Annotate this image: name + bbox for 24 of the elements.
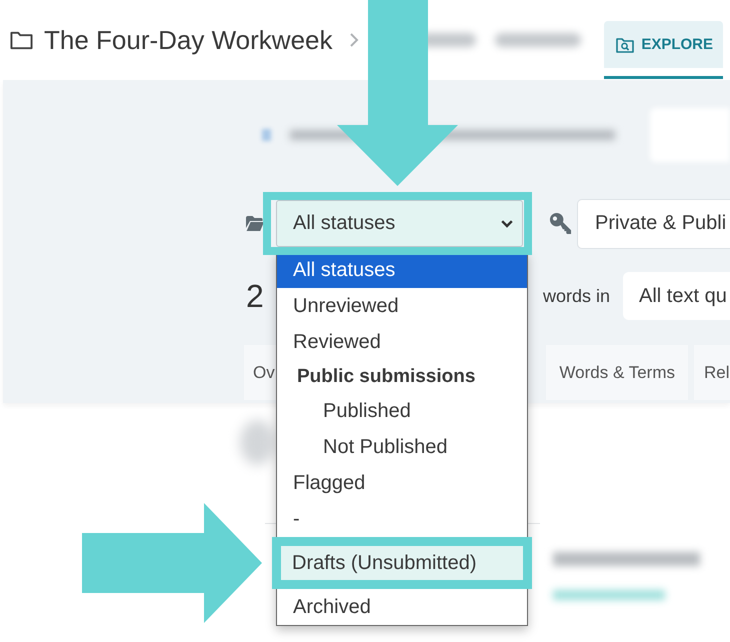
folder-search-icon [616, 36, 634, 52]
dropdown-option[interactable]: Unreviewed [277, 288, 527, 324]
breadcrumb-title[interactable]: The Four-Day Workweek [44, 24, 332, 56]
dropdown-option[interactable]: Flagged [277, 465, 527, 501]
view-tab[interactable]: Words & Terms [546, 345, 688, 400]
explore-tab[interactable]: EXPLORE [604, 21, 723, 79]
folder-open-icon [246, 216, 264, 231]
folder-icon [10, 30, 33, 50]
view-tab[interactable]: Rel [694, 345, 730, 400]
scope-field[interactable]: All text qu [623, 272, 730, 320]
dropdown-option[interactable]: Drafts (Unsubmitted) [281, 546, 523, 580]
word-count: 2 [246, 278, 264, 314]
status-select[interactable]: All statuses [276, 200, 523, 247]
blurred-icon [262, 129, 271, 141]
caret-icon [501, 220, 513, 228]
dropdown-option[interactable]: Archived [277, 589, 527, 625]
dropdown-option[interactable]: - [277, 501, 527, 537]
chevron-icon [348, 33, 358, 47]
visibility-field[interactable]: Private & Publi [577, 198, 730, 248]
dropdown-option[interactable]: All statuses [277, 252, 527, 288]
key-icon [549, 212, 572, 235]
dropdown-option[interactable]: Not Published [277, 429, 527, 465]
words-label: words in [542, 286, 610, 306]
option-group-label: Public submissions [296, 364, 476, 388]
